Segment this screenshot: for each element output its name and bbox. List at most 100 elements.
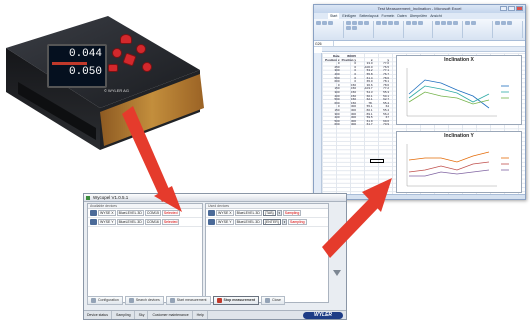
maximize-icon[interactable] — [508, 6, 515, 11]
series-line — [408, 161, 490, 173]
device-state: Selected — [161, 219, 180, 225]
tab-page-layout[interactable]: Seitenlayout — [359, 13, 378, 19]
start-measurement-button[interactable]: Start measurement — [165, 295, 211, 305]
series-line — [408, 91, 490, 105]
wycopel-window[interactable]: Wycopel V1.0.5.1 Available devices WYSE … — [83, 193, 347, 320]
tab-data[interactable]: Daten — [397, 13, 406, 19]
app-status-bar: Device status Sampling Sky Customer main… — [84, 310, 346, 319]
excel-title-bar: Test Measurement_Inclination - Microsoft… — [314, 5, 525, 13]
ribbon-group-clipboard[interactable] — [316, 21, 344, 38]
device-state: Sampling — [282, 210, 302, 216]
ribbon-group-alignment[interactable] — [375, 21, 404, 38]
tab-view[interactable]: Ansicht — [430, 13, 441, 19]
chart-inclination-y[interactable]: Inclination Y — [396, 131, 522, 193]
display-bar — [52, 62, 87, 65]
maintenance-link[interactable]: Customer maintenance — [149, 311, 193, 319]
window-controls — [500, 6, 523, 11]
move-up-button[interactable] — [333, 232, 341, 238]
minimize-icon[interactable] — [500, 6, 507, 11]
device-state: Selected — [161, 210, 180, 216]
ribbon — [314, 19, 525, 41]
chart-x-title: Inclination X — [444, 57, 474, 63]
stop-icon — [216, 297, 222, 303]
device-name: WYSE Y — [216, 219, 234, 225]
device-icon — [90, 210, 97, 216]
close-button[interactable]: Close — [261, 295, 285, 305]
device-status-label: Device status — [84, 311, 113, 319]
close-icon[interactable] — [516, 6, 523, 11]
table-row: 600 300 61.7 70.9 — [324, 123, 390, 127]
display-reading-x: 0.044 — [68, 48, 102, 60]
sky-label: Sky — [136, 311, 149, 319]
ribbon-group-cells[interactable] — [465, 21, 494, 38]
device-icon — [90, 219, 97, 225]
device-right-button — [136, 44, 146, 54]
series-line — [408, 79, 490, 109]
excel-title: Test Measurement_Inclination - Microsoft… — [377, 6, 462, 11]
app-toolbar: Configuration Search devices Start measu… — [85, 294, 346, 306]
tab-start[interactable]: Start — [328, 13, 340, 19]
device-icon — [208, 210, 215, 216]
search-icon — [128, 297, 134, 303]
device-name: WYSE Y — [98, 219, 116, 225]
device-model: BlueLEVEL 3D — [234, 210, 262, 216]
series-line — [408, 85, 490, 103]
formula-input[interactable] — [334, 41, 525, 46]
chart-x-plot — [406, 68, 509, 117]
ribbon-group-font[interactable] — [345, 21, 374, 38]
device-row[interactable]: WYSE X BlueLEVEL 3D {TAB} ▾ Sampling — [206, 209, 328, 218]
move-down-button[interactable] — [333, 270, 341, 276]
device-model: BlueLEVEL 3D — [116, 219, 144, 225]
device-icon — [208, 219, 215, 225]
column-headers — [322, 47, 525, 52]
device-up-button — [120, 34, 132, 44]
selected-cell[interactable] — [370, 159, 384, 163]
name-box[interactable]: G26 — [314, 41, 334, 46]
device-down-button — [142, 62, 152, 72]
search-devices-button[interactable]: Search devices — [124, 295, 164, 305]
chevron-down-icon[interactable]: ▾ — [276, 210, 282, 216]
key-mapping-select[interactable]: {TAB} — [262, 210, 276, 216]
inclinometer-device-photo: 0.044 0.050 © WYLER AG — [0, 0, 215, 160]
table-cell[interactable]: 300 — [341, 123, 358, 127]
worksheet[interactable]: Date WXO5 Position x Position y x y 0 0 33… — [314, 53, 525, 199]
device-row[interactable]: WYSE Y BlueLEVEL 3D {ENTER} ▾ Sampling — [206, 218, 328, 227]
chart-y-plot — [406, 144, 509, 187]
chevron-down-icon[interactable]: ▾ — [281, 219, 287, 225]
search-devices-label: Search devices — [135, 298, 160, 302]
configuration-button[interactable]: Configuration — [87, 295, 123, 305]
stop-measurement-button[interactable]: Stop measurement — [212, 295, 260, 305]
tab-insert[interactable]: Einfügen — [342, 13, 356, 19]
device-row[interactable]: WYSE X BlueLEVEL 3D COM15 Selected — [88, 209, 202, 218]
device-name: WYSE X — [216, 210, 234, 216]
close-icon — [265, 297, 271, 303]
key-mapping-select[interactable]: {ENTER} — [262, 219, 281, 225]
table-cell[interactable]: 600 — [324, 123, 341, 127]
device-status-value: Sampling — [113, 311, 135, 319]
app-title-bar: Wycopel V1.0.5.1 — [84, 194, 346, 202]
tab-formulas[interactable]: Formeln — [382, 13, 395, 19]
play-icon — [169, 297, 175, 303]
device-state: Sampling — [287, 219, 307, 225]
ribbon-group-editing[interactable] — [495, 21, 524, 38]
device-row[interactable]: WYSE Y BlueLEVEL 3D COM16 Selected — [88, 218, 202, 227]
row-headers — [314, 53, 322, 199]
excel-window[interactable]: Test Measurement_Inclination - Microsoft… — [313, 4, 526, 200]
app-title: Wycopel V1.0.5.1 — [93, 195, 129, 200]
ribbon-group-styles[interactable] — [435, 21, 464, 38]
ribbon-group-number[interactable] — [405, 21, 434, 38]
chart-inclination-x[interactable]: Inclination X — [396, 55, 522, 125]
device-model: BlueLEVEL 3D — [116, 210, 144, 216]
device-brand-label: © WYLER AG — [104, 88, 129, 93]
start-measurement-label: Start measurement — [176, 298, 207, 302]
device-model: BlueLEVEL 3D — [234, 219, 262, 225]
table-cell[interactable]: 70.9 — [374, 123, 391, 127]
available-devices-panel: Available devices WYSE X BlueLEVEL 3D CO… — [87, 203, 203, 303]
stop-measurement-label: Stop measurement — [223, 298, 256, 302]
display-reading-y: 0.050 — [68, 66, 102, 78]
table-cell[interactable]: 61.7 — [357, 123, 374, 127]
configuration-label: Configuration — [98, 298, 119, 302]
help-link[interactable]: Help — [194, 311, 208, 319]
tab-review[interactable]: Überprüfen — [410, 13, 428, 19]
wyler-logo: WYLER — [303, 311, 343, 319]
